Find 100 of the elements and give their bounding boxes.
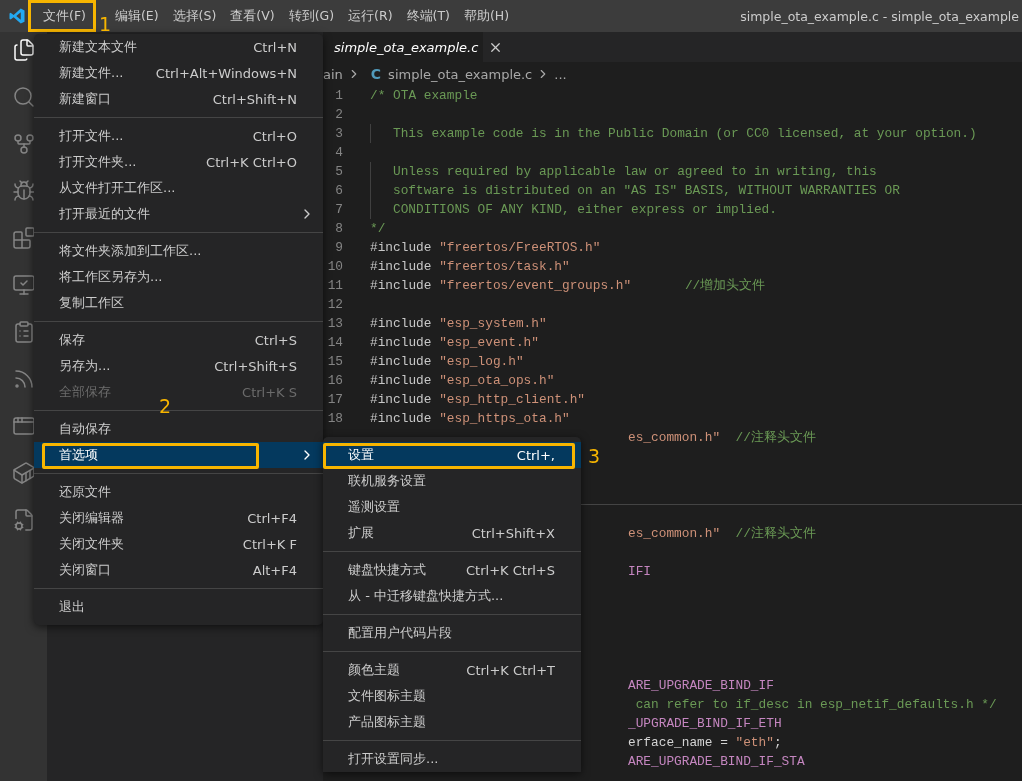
menu-item[interactable]: 自动保存 [34,416,323,442]
menu-item[interactable]: 将工作区另存为... [34,264,323,290]
menu-bar-item[interactable]: 终端(T) [399,5,457,27]
shortcut-label: Ctrl+Alt+Windows+N [155,65,297,81]
menu-item[interactable]: 颜色主题 Ctrl+K Ctrl+T [323,657,581,683]
shortcut-label: Ctrl+K Ctrl+O [206,154,297,170]
shortcut-label: Ctrl+K F [242,536,297,552]
line-number: 8 [334,220,343,238]
line-number: 16 [326,372,343,390]
code-line: ARE_UPGRADE_BIND_IF_STA [628,753,805,771]
menu-item[interactable]: 扩展 Ctrl+Shift+X [323,520,581,546]
menu-item[interactable]: 打开文件夹... Ctrl+K Ctrl+O [34,149,323,175]
menu-item[interactable]: 打开文件... Ctrl+O [34,123,323,149]
line-number: 2 [334,106,343,124]
code-line: #include "esp_event.h" [370,334,539,352]
line-number: 7 [334,201,343,219]
menu-item[interactable]: 从 - 中迁移键盘快捷方式... [323,583,581,609]
app-logo [8,7,26,25]
callout-number: 3 [588,447,601,465]
shortcut-label: Ctrl+K Ctrl+T [466,662,555,678]
menu-item[interactable]: 打开设置同步... [323,746,581,772]
shortcut-label: Ctrl+K S [242,384,297,400]
menu-item[interactable]: 打开最近的文件 [34,201,323,227]
code-line: erface_name = "eth"; [628,734,782,752]
menu-item[interactable]: 产品图标主题 [323,709,581,735]
line-number: 5 [334,163,343,181]
code-line: This example code is in the Public Domain (or CC0 licensed, at your option.) [370,124,977,143]
callout-number: 2 [159,397,172,415]
menu-bar-item[interactable]: 选择(S) [165,5,224,27]
line-number: 4 [334,144,343,162]
line-number: 13 [326,315,343,333]
shortcut-label: Ctrl+Shift+X [471,525,555,541]
menu-item[interactable]: 文件图标主题 [323,683,581,709]
menu-item[interactable]: 将文件夹添加到工作区... [34,238,323,264]
code-line: can refer to if_desc in esp_netif_defaults.h */ [634,696,997,714]
menu-item[interactable]: 新建文本文件 Ctrl+N [34,34,323,60]
code-line: #include "freertos/task.h" [370,258,570,276]
code-line: #include "freertos/FreeRTOS.h" [370,239,601,257]
code-line: #include "freertos/event_groups.h" //增加头文件 [370,277,766,295]
menu-bar-item[interactable]: 文件(F) [28,0,96,32]
menu-item[interactable]: 键盘快捷方式 Ctrl+K Ctrl+S [323,557,581,583]
menu-item[interactable]: 联机服务设置 [323,468,581,494]
bug-icon[interactable] [11,179,36,203]
line-number: 12 [326,296,343,314]
files-icon[interactable] [11,38,36,62]
monitor-icon[interactable] [11,273,36,297]
menu-item[interactable]: 从文件打开工作区... [34,175,323,201]
line-number: 10 [326,258,343,276]
menu-item[interactable]: 另存为... Ctrl+Shift+S [34,353,323,379]
menu-item[interactable]: 配置用户代码片段 [323,620,581,646]
shortcut-label: Ctrl+Shift+N [212,91,297,107]
menu-bar-item[interactable]: 运行(R) [341,5,400,27]
menu-bar-item[interactable]: 帮助(H) [456,5,517,27]
blocks-icon[interactable] [11,226,36,250]
line-number: 3 [334,125,343,143]
code-line: _UPGRADE_BIND_IF_ETH [628,715,782,733]
menu-item[interactable]: 设置 Ctrl+, [323,442,581,468]
code-line: #include "esp_ota_ops.h" [370,372,555,390]
menu-bar-item[interactable]: 转到(G) [281,5,342,27]
line-number: 15 [326,353,343,371]
code-line: #include "esp_http_client.h" [370,391,586,409]
line-number: 18 [326,410,343,428]
line-number: 17 [326,391,343,409]
search-icon[interactable] [11,85,36,109]
shortcut-label: Ctrl+N [253,39,297,55]
code-line: ARE_UPGRADE_BIND_IF [628,677,774,695]
code-line: Unless required by applicable law or agreed to in writing, this [370,162,877,181]
shortcut-label: Ctrl+, [516,447,555,463]
breadcrumb-item[interactable]: simple_ota_example.c [388,66,533,82]
breadcrumb-item[interactable]: ... [554,66,567,82]
menu-item[interactable]: 遥测设置 [323,494,581,520]
menu-bar-item[interactable]: 查看(V) [223,5,282,27]
code-line: es_common.h" //注释头文件 [628,525,816,543]
code-line: software is distributed on an "AS IS" BASIS, WITHOUT WARRANTIES OR [370,181,900,200]
menu-item[interactable]: 首选项 [34,442,323,468]
shortcut-label: Ctrl+Shift+S [214,358,297,374]
menu-item[interactable]: 保存 Ctrl+S [34,327,323,353]
code-line: #include "esp_https_ota.h" [370,410,570,428]
window-icon[interactable] [11,414,36,438]
file-type-label: C [370,66,382,82]
menu-item[interactable]: 关闭编辑器 Ctrl+F4 [34,505,323,531]
menu-item[interactable]: 复制工作区 [34,290,323,316]
menu-item[interactable]: 新建窗口 Ctrl+Shift+N [34,86,323,112]
menu-item[interactable]: 关闭文件夹 Ctrl+K F [34,531,323,557]
menu-item[interactable]: 关闭窗口 Alt+F4 [34,557,323,583]
window-title: simple_ota_example.c - simple_ota_example [740,8,1020,24]
menu-item[interactable]: 退出 [34,594,323,620]
code-line: /* OTA example [370,87,478,105]
breadcrumb-item[interactable]: ain [323,66,343,82]
line-number: 9 [334,239,343,257]
menu-item[interactable]: 还原文件 [34,479,323,505]
branch-icon[interactable] [11,132,36,156]
container-icon[interactable] [11,461,36,485]
code-line: */ [370,220,386,238]
shortcut-label: Ctrl+K Ctrl+S [466,562,555,578]
line-number: 14 [326,334,343,352]
code-line: #include "esp_log.h" [370,353,524,371]
shortcut-label: Ctrl+F4 [247,510,297,526]
shortcut-label: Ctrl+O [252,128,297,144]
menu-item[interactable]: 新建文件... Ctrl+Alt+Windows+N [34,60,323,86]
